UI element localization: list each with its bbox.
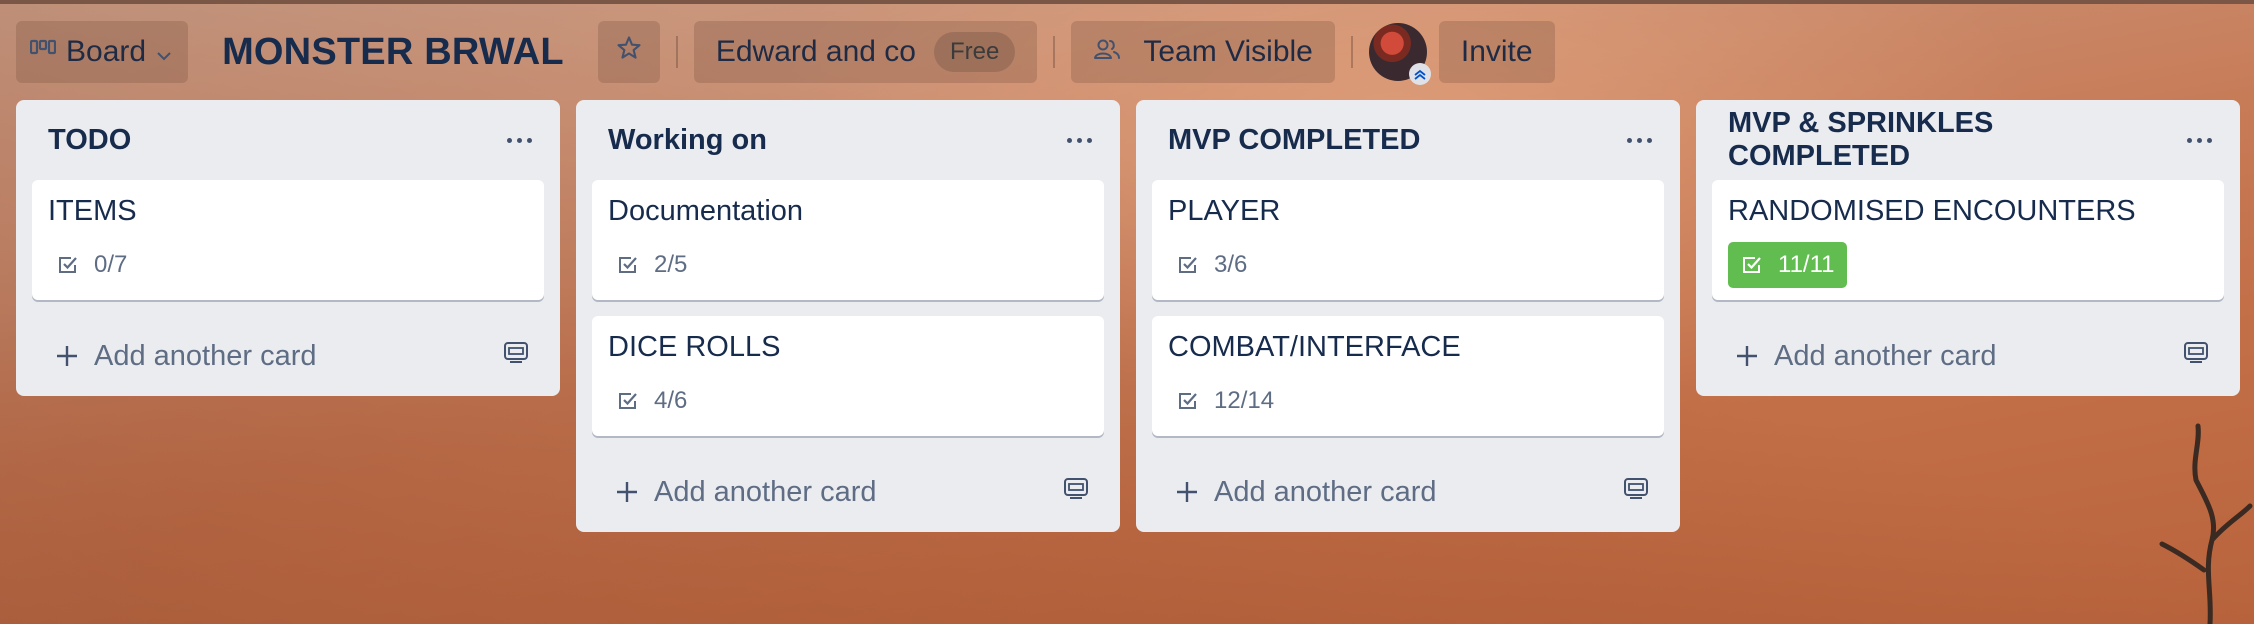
list-title[interactable]: TODO bbox=[48, 124, 131, 157]
card-title: ITEMS bbox=[48, 195, 137, 227]
workspace-button[interactable]: Edward and co Free bbox=[693, 21, 1038, 83]
more-dots-icon[interactable] bbox=[1061, 130, 1098, 151]
card[interactable]: Documentation 2/5 bbox=[592, 180, 1104, 300]
plus-icon bbox=[1737, 346, 1757, 366]
card[interactable]: DICE ROLLS 4/6 bbox=[592, 316, 1104, 436]
board-columns-icon bbox=[29, 35, 57, 69]
star-button[interactable] bbox=[597, 21, 660, 83]
list-title[interactable]: Working on bbox=[608, 124, 767, 157]
checklist-badge: 2/5 bbox=[608, 242, 695, 288]
list-title[interactable]: MVP & SPRINKLES COMPLETED bbox=[1728, 107, 2181, 173]
admin-badge-icon bbox=[1408, 63, 1431, 85]
visibility-button[interactable]: Team Visible bbox=[1071, 21, 1335, 83]
checklist-icon bbox=[619, 393, 637, 409]
card[interactable]: COMBAT/INTERFACE 12/14 bbox=[1152, 316, 1664, 436]
card-template-icon[interactable] bbox=[1062, 475, 1090, 509]
checklist-count: 12/14 bbox=[1214, 387, 1275, 414]
list-header: MVP & SPRINKLES COMPLETED bbox=[1696, 100, 2240, 180]
top-border bbox=[0, 0, 2254, 4]
card-title: DICE ROLLS bbox=[608, 331, 781, 363]
add-card-button[interactable]: Add another card bbox=[1174, 476, 1436, 509]
card-title: COMBAT/INTERFACE bbox=[1168, 331, 1461, 363]
list-working-on: Working on Documentation 2/5 DICE ROLLS … bbox=[576, 100, 1120, 532]
checklist-badge: 3/6 bbox=[1168, 242, 1255, 288]
list-header: MVP COMPLETED bbox=[1136, 100, 1680, 180]
checklist-badge: 12/14 bbox=[1168, 378, 1282, 424]
workspace-name: Edward and co bbox=[715, 35, 916, 68]
board-header: Board MONSTER BRWAL Edward and co Free T… bbox=[16, 20, 1555, 85]
plus-icon bbox=[1177, 482, 1197, 502]
checklist-count: 0/7 bbox=[94, 251, 128, 278]
add-card-label: Add another card bbox=[1214, 475, 1437, 508]
board-view-switcher[interactable]: Board bbox=[16, 21, 189, 83]
invite-button[interactable]: Invite bbox=[1438, 21, 1555, 83]
star-icon bbox=[615, 34, 643, 70]
list-header: TODO bbox=[16, 100, 560, 180]
card[interactable]: RANDOMISED ENCOUNTERS 11/11 bbox=[1712, 180, 2224, 300]
checklist-badge: 4/6 bbox=[608, 378, 695, 424]
checklist-badge-complete: 11/11 bbox=[1728, 242, 1847, 288]
invite-label: Invite bbox=[1460, 35, 1533, 68]
checklist-badge: 0/7 bbox=[48, 242, 135, 288]
card[interactable]: PLAYER 3/6 bbox=[1152, 180, 1664, 300]
more-dots-icon[interactable] bbox=[501, 130, 538, 151]
checklist-count: 4/6 bbox=[654, 387, 688, 414]
header-divider bbox=[1053, 36, 1056, 68]
card-title: Documentation bbox=[608, 195, 804, 227]
team-visible-icon bbox=[1093, 35, 1121, 69]
add-card-row: Add another card bbox=[1136, 452, 1680, 532]
more-dots-icon[interactable] bbox=[2181, 130, 2218, 151]
add-card-row: Add another card bbox=[16, 316, 560, 396]
member-avatar[interactable] bbox=[1368, 23, 1431, 85]
add-card-label: Add another card bbox=[654, 475, 877, 508]
add-card-label: Add another card bbox=[1774, 339, 1997, 372]
workspace-plan-badge: Free bbox=[933, 32, 1016, 72]
plus-icon bbox=[57, 346, 77, 366]
checklist-icon bbox=[619, 257, 637, 273]
list-mvp-sprinkles-completed: MVP & SPRINKLES COMPLETED RANDOMISED ENC… bbox=[1696, 100, 2240, 396]
card-title: RANDOMISED ENCOUNTERS bbox=[1728, 195, 2136, 227]
add-card-button[interactable]: Add another card bbox=[1734, 340, 1996, 373]
list-header: Working on bbox=[576, 100, 1120, 180]
card[interactable]: ITEMS 0/7 bbox=[32, 180, 544, 300]
card-title: PLAYER bbox=[1168, 195, 1281, 227]
add-card-button[interactable]: Add another card bbox=[54, 340, 316, 373]
chevron-down-icon bbox=[156, 35, 172, 69]
list-title[interactable]: MVP COMPLETED bbox=[1168, 124, 1420, 157]
add-card-label: Add another card bbox=[94, 339, 317, 372]
add-card-row: Add another card bbox=[576, 452, 1120, 532]
checklist-count: 3/6 bbox=[1214, 251, 1248, 278]
add-card-button[interactable]: Add another card bbox=[614, 476, 876, 509]
card-template-icon[interactable] bbox=[2182, 339, 2210, 373]
background-tree-decoration bbox=[2159, 423, 2253, 624]
checklist-icon bbox=[1179, 393, 1197, 409]
card-template-icon[interactable] bbox=[502, 339, 530, 373]
more-dots-icon[interactable] bbox=[1621, 130, 1658, 151]
board-view-label: Board bbox=[66, 35, 147, 68]
card-template-icon[interactable] bbox=[1622, 475, 1650, 509]
header-divider bbox=[675, 36, 678, 68]
checklist-icon bbox=[1743, 257, 1761, 273]
checklist-count: 11/11 bbox=[1778, 251, 1835, 278]
checklist-count: 2/5 bbox=[654, 251, 688, 278]
list-mvp-completed: MVP COMPLETED PLAYER 3/6 COMBAT/INTERFAC… bbox=[1136, 100, 1680, 532]
checklist-icon bbox=[1179, 257, 1197, 273]
checklist-icon bbox=[59, 257, 77, 273]
add-card-row: Add another card bbox=[1696, 316, 2240, 396]
plus-icon bbox=[617, 482, 637, 502]
board-title[interactable]: MONSTER BRWAL bbox=[222, 31, 564, 74]
header-divider bbox=[1350, 36, 1353, 68]
list-todo: TODO ITEMS 0/7 Add another card bbox=[16, 100, 560, 396]
visibility-label: Team Visible bbox=[1143, 35, 1313, 68]
